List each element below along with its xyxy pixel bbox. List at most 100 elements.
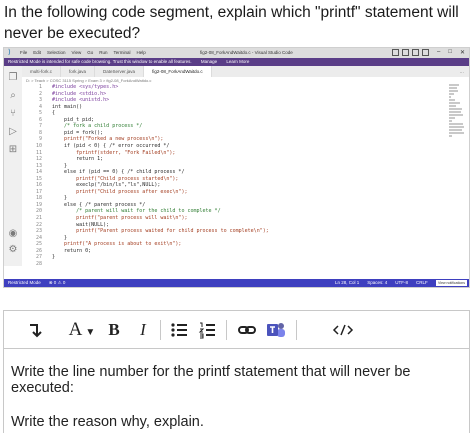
prompt-reason: Write the reason why, explain. [11,414,204,430]
menu-edit[interactable]: Edit [33,50,41,55]
layout-icon[interactable] [402,49,409,56]
code-text: printf("parent process will wait\n"); [52,215,188,221]
answer-editor: A ▼ B I Write the line number for the pri… [3,310,470,433]
layout-icon[interactable] [422,49,429,56]
code-text: execlp("/bin/ls","ls",NULL); [52,182,161,189]
code-text: return 0; [52,247,92,254]
numbered-list-icon[interactable] [198,319,216,341]
code-text: printf("A process is about to exit\n"); [52,241,182,248]
code-text: } [52,234,68,241]
status-left: Restricted Mode ⊗ 0 ⚠ 0 [8,279,65,287]
layout-icon[interactable] [392,49,399,56]
minimap[interactable] [449,84,465,144]
tab-dateserver-java[interactable]: DateServer.java [95,66,145,77]
search-icon[interactable]: ⌕ [7,90,19,102]
code-text: printf("Child process after exec\n"); [52,188,188,195]
close-icon[interactable]: ✕ [460,49,465,56]
notifications-button[interactable]: View notifications [436,280,467,286]
status-indentation[interactable]: Spaces: 4 [367,279,387,287]
code-text: int main() [52,103,83,110]
insert-arrow-icon[interactable] [26,319,42,341]
banner-text: Restricted Mode is intended for safe cod… [8,59,192,64]
code-text: if (pid < 0) { /* error occurred */ [52,142,170,149]
bullet-list-icon[interactable] [170,319,188,341]
toolbar-divider [160,320,161,340]
code-text: } [52,254,56,261]
tab-fork-and-wait[interactable]: fig2-08_ForkAndWaitdo.c [144,66,212,77]
code-text: printf("Parent process waited for child … [52,228,269,235]
code-text: pid_t pid; [52,116,95,123]
font-color-button[interactable]: A ▼ [62,319,102,341]
menu-go[interactable]: Go [87,50,93,55]
code-text: fprintf(stderr, "Fork Failed\n"); [52,149,176,156]
line-number: 28 [35,260,42,267]
maximize-icon[interactable]: □ [448,49,452,56]
code-text: #include <unistd.h> [52,97,110,104]
toolbar-divider [226,320,227,340]
code-text: printf("Forked a new process\n"); [52,136,164,143]
question-text: In the following code segment, explain w… [4,4,459,42]
code-text: /* fork a child process */ [52,123,143,130]
code-text: else if (pid == 0) { /* child process */ [52,169,185,176]
status-problems[interactable]: ⊗ 0 ⚠ 0 [49,279,66,287]
layout-controls [392,49,429,56]
settings-gear-icon[interactable]: ⚙ [7,244,19,256]
code-text: } [52,195,68,202]
code-text: #include <stdio.h> [52,90,107,97]
status-restricted-mode[interactable]: Restricted Mode [8,279,41,287]
extensions-icon[interactable]: ⊞ [7,144,19,156]
editor-toolbar: A ▼ B I [4,311,469,349]
window-buttons: – □ ✕ [437,49,465,56]
code-text: printf("Child process started\n"); [52,175,179,182]
source-control-icon[interactable]: ⑂ [7,108,19,120]
menu-terminal[interactable]: Terminal [114,50,131,55]
vscode-screenshot: ⟩ File Edit Selection View Go Run Termin… [3,47,470,288]
prompt-line-number: Write the line number for the printf sta… [11,364,411,396]
code-line[interactable]: 28 [22,261,52,268]
code-text: { [52,110,56,117]
status-right: Ln 28, Col 1 Spaces: 4 UTF-8 CRLF C [335,279,439,287]
tab-multi-fork[interactable]: multi-fork.c [22,66,62,77]
chevron-down-icon: ▼ [85,327,96,338]
font-color-letter: A [68,319,83,340]
minimize-icon[interactable]: – [437,49,440,56]
code-text: else { /* parent process */ [52,201,146,208]
code-text: } [52,162,68,169]
vscode-logo-icon: ⟩ [8,49,11,56]
status-cursor-position[interactable]: Ln 28, Col 1 [335,279,359,287]
code-text: wait(NULL); [52,221,110,228]
code-editor[interactable]: 1 #include <sys/types.h> 2 #include <stdio.… [22,84,447,270]
activity-bar: ❐ ⌕ ⑂ ▷ ⊞ ◉ ⚙ [4,66,22,266]
breadcrumb: D: > Teach > COSC 3115 Spring > Exam 3 >… [26,78,152,83]
banner-link-learn-more[interactable]: Learn More [226,59,249,64]
link-icon[interactable] [238,319,256,341]
italic-button[interactable]: I [136,319,150,341]
code-text: #include <sys/types.h> [52,84,119,90]
explorer-icon[interactable]: ❐ [7,72,19,84]
menu-file[interactable]: File [20,50,27,55]
vscode-menu: File Edit Selection View Go Run Terminal… [20,50,146,55]
window-title: fig2-08_ForkAndWaitdo.c - Visual Studio … [200,50,293,55]
code-icon[interactable] [332,319,354,341]
teams-icon[interactable] [266,319,286,341]
editor-tabs: multi-fork.c fork.java DateServer.java f… [22,66,469,77]
layout-icon[interactable] [412,49,419,56]
status-bar: Restricted Mode ⊗ 0 ⚠ 0 Ln 28, Col 1 Spa… [4,279,469,287]
tab-fork-java[interactable]: fork.java [61,66,96,77]
menu-view[interactable]: View [72,50,82,55]
more-actions-icon[interactable]: … [460,66,470,77]
bold-button[interactable]: B [106,319,122,341]
banner-link-manage[interactable]: Manage [201,59,217,64]
status-encoding[interactable]: UTF-8 [395,279,408,287]
restricted-mode-banner: Restricted Mode is intended for safe cod… [4,58,469,66]
code-text: /* parent will wait for the child to com… [52,208,221,215]
menu-selection[interactable]: Selection [47,50,66,55]
menu-help[interactable]: Help [137,50,146,55]
menu-run[interactable]: Run [99,50,107,55]
code-text: pid = fork(); [52,129,104,136]
toolbar-divider [296,320,297,340]
vscode-titlebar: ⟩ File Edit Selection View Go Run Termin… [4,48,469,58]
account-icon[interactable]: ◉ [7,228,19,240]
status-line-ending[interactable]: CRLF [416,279,428,287]
run-debug-icon[interactable]: ▷ [7,126,19,138]
